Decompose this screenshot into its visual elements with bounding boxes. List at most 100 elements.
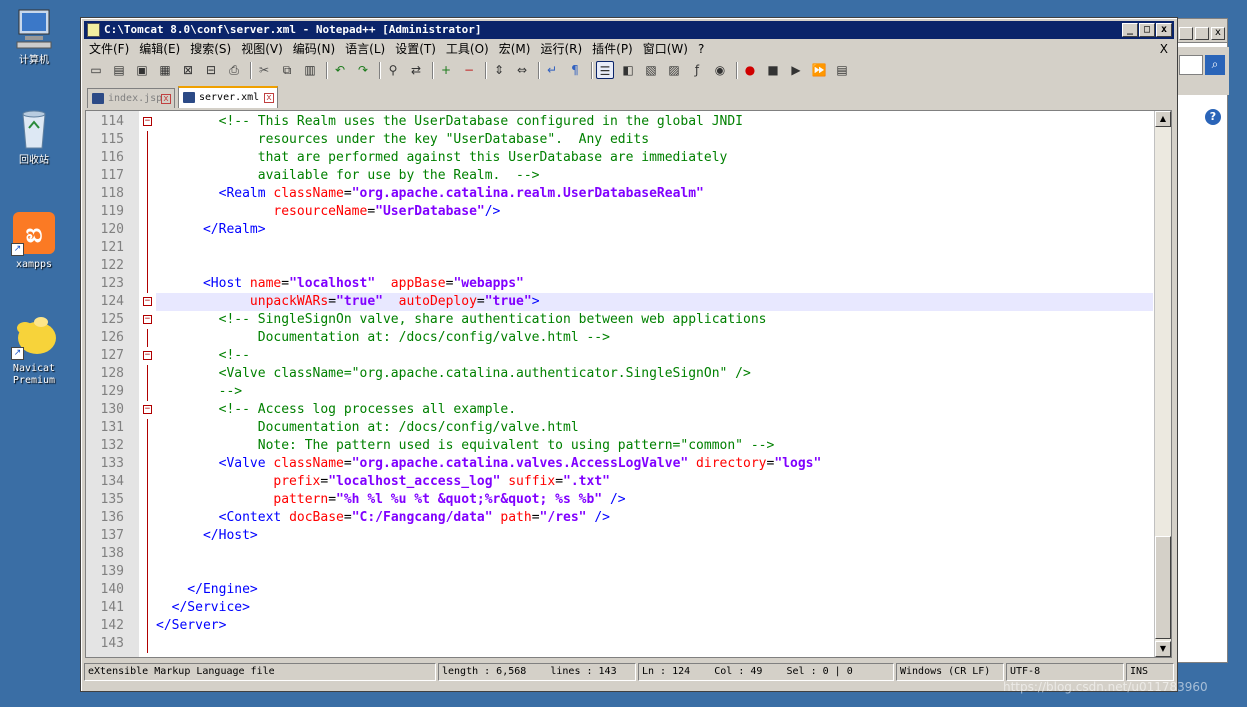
menu-help[interactable]: ? xyxy=(693,40,709,58)
menu-macro[interactable]: 宏(M) xyxy=(494,40,536,58)
desktop-icon-recycle-bin[interactable]: 回收站 xyxy=(6,106,62,167)
code-line[interactable]: 131 Documentation at: /docs/config/valve… xyxy=(86,419,1153,437)
new-file-icon[interactable]: ▭ xyxy=(87,61,105,79)
code-line[interactable]: 127 − <!-- xyxy=(86,347,1153,365)
close-icon[interactable]: ⊠ xyxy=(179,61,197,79)
code-line[interactable]: 130 − <!-- Access log processes all examp… xyxy=(86,401,1153,419)
tab-close-icon[interactable]: x xyxy=(161,94,171,104)
wrap-icon[interactable]: ↵ xyxy=(543,61,561,79)
desktop-icon-navicat[interactable]: ↗ Navicat Premium xyxy=(6,314,62,387)
indent-guide-icon[interactable]: ☰ xyxy=(596,61,614,79)
show-all-chars-icon[interactable]: ¶ xyxy=(566,61,584,79)
code-line[interactable]: 121 xyxy=(86,239,1153,257)
code-line[interactable]: 128 <Valve className="org.apache.catalin… xyxy=(86,365,1153,383)
replace-icon[interactable]: ⇄ xyxy=(407,61,425,79)
code-line[interactable]: 118 <Realm className="org.apache.catalin… xyxy=(86,185,1153,203)
copy-icon[interactable]: ⧉ xyxy=(278,61,296,79)
code-editor[interactable]: 114 − <!-- This Realm uses the UserDataba… xyxy=(85,110,1172,658)
code-line[interactable]: 125 − <!-- SingleSignOn valve, share auth… xyxy=(86,311,1153,329)
fold-toggle-icon[interactable]: − xyxy=(143,405,152,414)
code-line[interactable]: 133 <Valve className="org.apache.catalin… xyxy=(86,455,1153,473)
record-macro-icon[interactable]: ● xyxy=(741,61,759,79)
stop-macro-icon[interactable]: ■ xyxy=(764,61,782,79)
code-line[interactable]: 126 Documentation at: /docs/config/valve… xyxy=(86,329,1153,347)
menu-view[interactable]: 视图(V) xyxy=(236,40,288,58)
tab-server-xml[interactable]: server.xml x xyxy=(178,86,278,108)
close-all-icon[interactable]: ⊟ xyxy=(202,61,220,79)
cut-icon[interactable]: ✂ xyxy=(255,61,273,79)
zoom-in-icon[interactable]: + xyxy=(437,61,455,79)
minimize-button[interactable]: _ xyxy=(1122,23,1138,37)
lang-icon[interactable]: ◧ xyxy=(619,61,637,79)
menu-settings[interactable]: 设置(T) xyxy=(390,40,441,58)
play-macro-icon[interactable]: ▶ xyxy=(787,61,805,79)
code-line[interactable]: 122 xyxy=(86,257,1153,275)
code-line[interactable]: 137 </Host> xyxy=(86,527,1153,545)
code-line[interactable]: 114 − <!-- This Realm uses the UserDataba… xyxy=(86,113,1153,131)
undo-icon[interactable]: ↶ xyxy=(331,61,349,79)
tab-index-jsp[interactable]: index.jsp x xyxy=(87,88,175,108)
code-line[interactable]: 139 xyxy=(86,563,1153,581)
paste-icon[interactable]: ▥ xyxy=(301,61,319,79)
menu-plugins[interactable]: 插件(P) xyxy=(587,40,638,58)
save-icon[interactable]: ▣ xyxy=(133,61,151,79)
fold-toggle-icon[interactable]: − xyxy=(143,351,152,360)
code-line[interactable]: 135 pattern="%h %l %u %t &quot;%r&quot; … xyxy=(86,491,1153,509)
code-line[interactable]: 143 xyxy=(86,635,1153,653)
tab-close-icon[interactable]: x xyxy=(264,93,274,103)
menu-search[interactable]: 搜索(S) xyxy=(185,40,236,58)
function-list-icon[interactable]: ƒ xyxy=(688,61,706,79)
menu-encoding[interactable]: 编码(N) xyxy=(288,40,340,58)
code-line[interactable]: 140 </Engine> xyxy=(86,581,1153,599)
menu-window[interactable]: 窗口(W) xyxy=(638,40,693,58)
close-button[interactable]: x xyxy=(1156,23,1172,37)
help-icon[interactable]: ? xyxy=(1205,109,1221,125)
fold-toggle-icon[interactable]: − xyxy=(143,297,152,306)
code-line[interactable]: 134 prefix = "localhost_access_log" suffix… xyxy=(86,473,1153,491)
scroll-thumb[interactable] xyxy=(1155,536,1171,639)
zoom-out-icon[interactable]: − xyxy=(460,61,478,79)
scroll-up-button[interactable]: ▲ xyxy=(1155,111,1171,127)
code-line[interactable]: 138 xyxy=(86,545,1153,563)
doc-map-icon[interactable]: ▨ xyxy=(665,61,683,79)
print-icon[interactable]: ⎙ xyxy=(225,61,243,79)
code-line[interactable]: 136 <Context docBase="C:/Fangcang/data" … xyxy=(86,509,1153,527)
redo-icon[interactable]: ↷ xyxy=(354,61,372,79)
save-all-icon[interactable]: ▦ xyxy=(156,61,174,79)
close-document-button[interactable]: X xyxy=(1160,40,1168,58)
code-line[interactable]: 115 resources under the key "UserDatabas… xyxy=(86,131,1153,149)
sync-h-icon[interactable]: ⇔ xyxy=(513,61,531,79)
desktop-icon-computer[interactable]: 计算机 xyxy=(6,6,62,67)
code-line[interactable]: 142 </Server> xyxy=(86,617,1153,635)
save-macro-icon[interactable]: ▤ xyxy=(833,61,851,79)
menu-edit[interactable]: 编辑(E) xyxy=(134,40,185,58)
maximize-button[interactable]: □ xyxy=(1139,23,1155,37)
desktop-icon-xampps[interactable]: ಐ ↗ xampps xyxy=(6,210,62,271)
folder-icon[interactable]: ▧ xyxy=(642,61,660,79)
scroll-down-button[interactable]: ▼ xyxy=(1155,641,1171,657)
open-file-icon[interactable]: ▤ xyxy=(110,61,128,79)
window-titlebar[interactable]: C:\Tomcat 8.0\conf\server.xml - Notepad+… xyxy=(84,21,1174,39)
code-line[interactable]: 117 available for use by the Realm. --> xyxy=(86,167,1153,185)
code-line[interactable]: 123 <Host name="localhost" appBase="weba… xyxy=(86,275,1153,293)
menu-language[interactable]: 语言(L) xyxy=(340,40,390,58)
run-macro-multiple-icon[interactable]: ⏩ xyxy=(810,61,828,79)
code-line[interactable]: 141 </Service> xyxy=(86,599,1153,617)
menu-file[interactable]: 文件(F) xyxy=(84,40,134,58)
fold-toggle-icon[interactable]: − xyxy=(143,117,152,126)
status-eol[interactable]: Windows (CR LF) xyxy=(896,663,1004,681)
fold-toggle-icon[interactable]: − xyxy=(143,315,152,324)
sync-v-icon[interactable]: ⇕ xyxy=(490,61,508,79)
menu-tools[interactable]: 工具(O) xyxy=(441,40,494,58)
code-area[interactable]: 114 − <!-- This Realm uses the UserDataba… xyxy=(86,113,1153,653)
search-icon[interactable]: ⌕ xyxy=(1205,55,1225,75)
code-line[interactable]: 132 Note: The pattern used is equivalent… xyxy=(86,437,1153,455)
monitor-icon[interactable]: ◉ xyxy=(711,61,729,79)
find-icon[interactable]: ⚲ xyxy=(384,61,402,79)
vertical-scrollbar[interactable]: ▲ ▼ xyxy=(1154,111,1171,657)
code-line[interactable]: 120 </Realm> xyxy=(86,221,1153,239)
code-line[interactable]: 129 --> xyxy=(86,383,1153,401)
close-icon[interactable]: x xyxy=(1211,27,1225,40)
code-line[interactable]: 116 that are performed against this User… xyxy=(86,149,1153,167)
code-line[interactable]: 124− unpackWARs="true" autoDeploy="true"… xyxy=(86,293,1153,311)
